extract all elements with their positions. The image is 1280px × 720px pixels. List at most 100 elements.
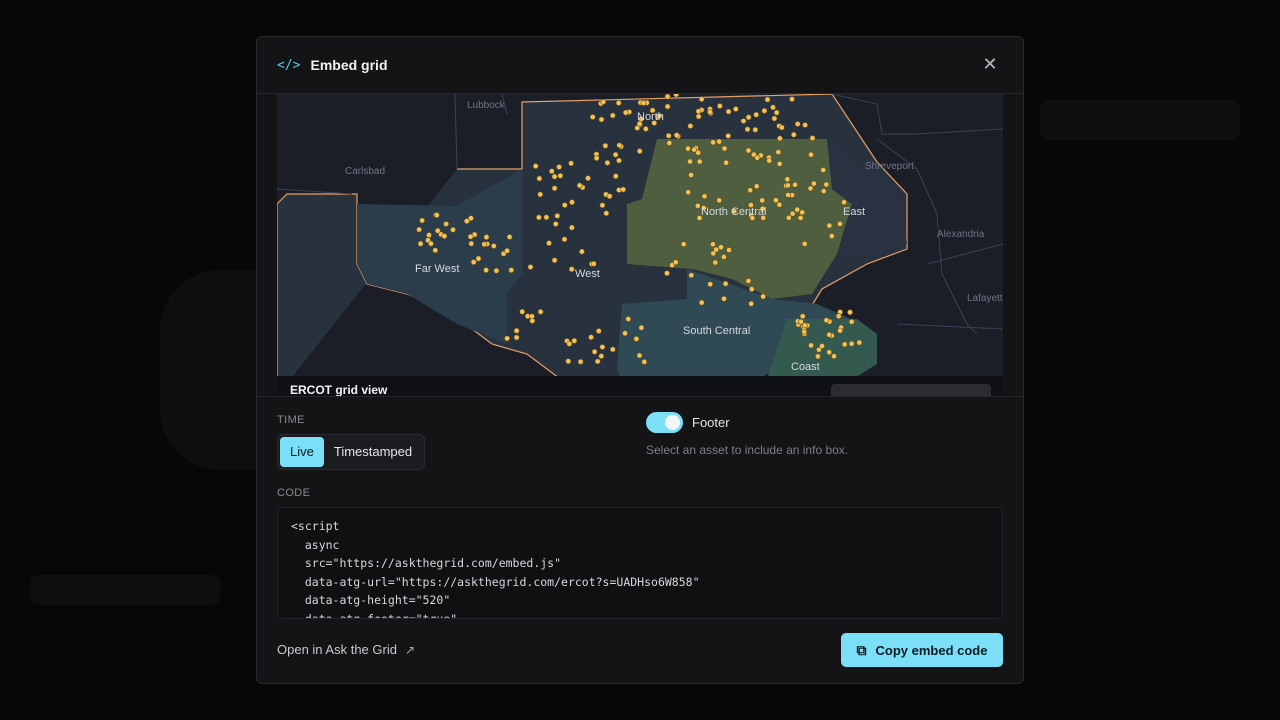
- asset-marker[interactable]: [831, 353, 837, 360]
- footer-toggle[interactable]: [646, 412, 683, 433]
- copy-embed-code-button[interactable]: ⧉ Copy embed code: [841, 633, 1003, 667]
- asset-marker[interactable]: [419, 217, 425, 224]
- asset-marker[interactable]: [784, 182, 791, 189]
- asset-marker[interactable]: [595, 328, 602, 334]
- asset-marker[interactable]: [636, 148, 643, 154]
- asset-marker[interactable]: [732, 106, 739, 112]
- asset-marker[interactable]: [504, 335, 510, 342]
- asset-marker[interactable]: [726, 247, 732, 253]
- asset-marker[interactable]: [664, 94, 671, 100]
- asset-marker[interactable]: [490, 243, 497, 249]
- asset-marker[interactable]: [753, 183, 760, 190]
- asset-marker[interactable]: [568, 224, 575, 231]
- asset-marker[interactable]: [794, 206, 801, 213]
- asset-marker[interactable]: [752, 126, 759, 133]
- asset-marker[interactable]: [785, 192, 791, 198]
- asset-marker[interactable]: [588, 334, 594, 341]
- asset-marker[interactable]: [556, 164, 562, 170]
- asset-marker[interactable]: [826, 349, 833, 356]
- asset-marker[interactable]: [537, 308, 544, 315]
- asset-marker[interactable]: [636, 352, 643, 359]
- asset-marker[interactable]: [848, 340, 855, 347]
- asset-marker[interactable]: [826, 222, 833, 229]
- asset-marker[interactable]: [799, 209, 806, 216]
- asset-marker[interactable]: [685, 189, 692, 196]
- asset-marker[interactable]: [698, 299, 705, 306]
- asset-marker[interactable]: [551, 185, 558, 192]
- asset-marker[interactable]: [551, 173, 558, 180]
- asset-marker[interactable]: [506, 234, 513, 240]
- asset-marker[interactable]: [759, 197, 766, 204]
- asset-marker[interactable]: [784, 176, 791, 183]
- asset-marker[interactable]: [602, 142, 609, 149]
- asset-marker[interactable]: [847, 309, 853, 316]
- asset-marker[interactable]: [508, 267, 515, 273]
- asset-marker[interactable]: [801, 328, 808, 335]
- asset-marker[interactable]: [837, 327, 843, 334]
- asset-marker[interactable]: [620, 186, 627, 193]
- asset-marker[interactable]: [443, 221, 449, 227]
- asset-marker[interactable]: [590, 260, 597, 267]
- asset-marker[interactable]: [744, 126, 751, 133]
- asset-marker[interactable]: [722, 280, 729, 287]
- asset-marker[interactable]: [688, 272, 695, 279]
- asset-marker[interactable]: [748, 286, 755, 292]
- asset-marker[interactable]: [809, 135, 816, 141]
- asset-marker[interactable]: [622, 109, 629, 116]
- asset-marker[interactable]: [837, 220, 843, 227]
- asset-marker[interactable]: [745, 277, 752, 284]
- asset-marker[interactable]: [493, 267, 500, 274]
- asset-marker[interactable]: [808, 342, 814, 349]
- asset-marker[interactable]: [720, 253, 727, 260]
- asset-marker[interactable]: [585, 175, 591, 182]
- asset-marker[interactable]: [441, 233, 448, 239]
- asset-marker[interactable]: [527, 264, 534, 270]
- asset-marker[interactable]: [792, 181, 798, 188]
- asset-marker[interactable]: [754, 154, 761, 161]
- asset-marker[interactable]: [772, 197, 779, 204]
- asset-marker[interactable]: [687, 158, 693, 165]
- asset-marker[interactable]: [532, 163, 539, 169]
- asset-marker[interactable]: [529, 317, 536, 324]
- asset-marker[interactable]: [773, 109, 780, 116]
- asset-marker[interactable]: [794, 121, 801, 127]
- asset-marker[interactable]: [799, 313, 806, 320]
- asset-marker[interactable]: [680, 241, 687, 248]
- asset-marker[interactable]: [713, 246, 719, 253]
- asset-marker[interactable]: [548, 168, 555, 175]
- close-icon[interactable]: ✕: [979, 53, 1001, 75]
- asset-marker[interactable]: [807, 185, 814, 192]
- asset-marker[interactable]: [433, 212, 440, 218]
- time-option-timestamped[interactable]: Timestamped: [324, 437, 422, 467]
- asset-marker[interactable]: [823, 181, 830, 188]
- asset-marker[interactable]: [811, 180, 817, 187]
- asset-marker[interactable]: [808, 151, 814, 158]
- asset-marker[interactable]: [609, 346, 616, 353]
- asset-marker[interactable]: [568, 266, 575, 273]
- asset-marker[interactable]: [778, 124, 785, 131]
- asset-marker[interactable]: [848, 318, 855, 325]
- asset-marker[interactable]: [470, 259, 477, 265]
- open-in-ask-the-grid-link[interactable]: Open in Ask the Grid ↗: [277, 642, 415, 657]
- asset-marker[interactable]: [554, 213, 561, 219]
- asset-marker[interactable]: [770, 104, 776, 111]
- asset-marker[interactable]: [513, 334, 520, 341]
- asset-marker[interactable]: [483, 234, 490, 240]
- asset-marker[interactable]: [828, 233, 835, 239]
- asset-marker[interactable]: [775, 149, 782, 155]
- asset-marker[interactable]: [707, 109, 713, 115]
- asset-marker[interactable]: [835, 313, 842, 320]
- asset-marker[interactable]: [761, 107, 768, 114]
- asset-marker[interactable]: [557, 172, 564, 179]
- asset-marker[interactable]: [691, 146, 698, 153]
- asset-marker[interactable]: [616, 142, 623, 149]
- asset-marker[interactable]: [815, 353, 821, 360]
- asset-marker[interactable]: [797, 215, 804, 221]
- asset-marker[interactable]: [820, 188, 827, 194]
- asset-marker[interactable]: [577, 358, 584, 365]
- asset-marker[interactable]: [468, 215, 474, 222]
- asset-marker[interactable]: [578, 248, 585, 255]
- asset-marker[interactable]: [747, 187, 754, 194]
- asset-marker[interactable]: [685, 145, 691, 152]
- asset-marker[interactable]: [666, 140, 673, 146]
